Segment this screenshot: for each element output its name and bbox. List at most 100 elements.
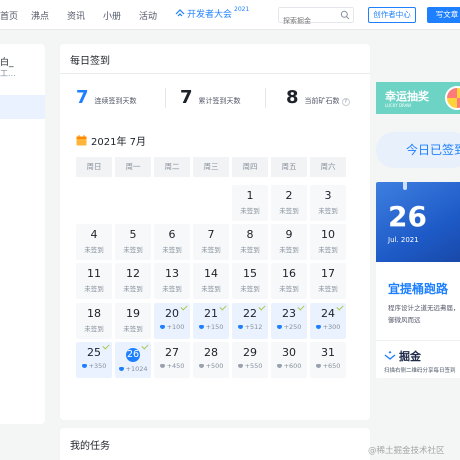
- calendar-day[interactable]: 1 未签到: [232, 185, 268, 221]
- calendar-day[interactable]: 2 未签到: [271, 185, 307, 221]
- my-tasks-title: 我的任务: [70, 441, 110, 452]
- calendar-day[interactable]: 29 +550: [232, 342, 268, 378]
- calendar-day[interactable]: 3 未签到: [310, 185, 346, 221]
- lucky-draw-subtitle: LUCKY DRAW: [385, 103, 412, 108]
- day-status: +450: [154, 362, 190, 370]
- calendar-day[interactable]: 15 未签到: [232, 263, 268, 299]
- day-number: 2: [285, 189, 293, 202]
- day-status-text: +100: [166, 323, 185, 331]
- juejin-logo-icon: [384, 351, 396, 360]
- nav-home[interactable]: 首页: [0, 9, 18, 22]
- checkin-card: 每日签到 7 连续签到天数 7 累计签到天数 8 当前矿石数 ? 2021年 7…: [60, 44, 370, 420]
- calendar-day[interactable]: 26 +1024: [115, 342, 151, 378]
- daily-fortune-text: 程序设计之道无远弗届， 御微风而远: [388, 302, 460, 326]
- creator-center-button[interactable]: 创作者中心: [368, 7, 416, 23]
- nav-events[interactable]: 活动: [139, 9, 157, 22]
- stat-consecutive-label: 连续签到天数: [94, 97, 137, 105]
- calendar-day[interactable]: 21 +150: [193, 303, 229, 339]
- calendar-day[interactable]: 14 未签到: [193, 263, 229, 299]
- day-status: +100: [154, 323, 190, 331]
- date-day-number: 26: [388, 200, 427, 233]
- calendar-day[interactable]: 16 未签到: [271, 263, 307, 299]
- calendar-day[interactable]: 11 未签到: [76, 263, 112, 299]
- calendar-day[interactable]: 19 未签到: [115, 303, 151, 339]
- calendar-day[interactable]: 13 未签到: [154, 263, 190, 299]
- stat-divider: [265, 88, 266, 108]
- nav-dev-conference[interactable]: 开发者大会 2021: [175, 6, 249, 20]
- sidebar-active-item[interactable]: [0, 95, 45, 119]
- day-status-text: +450: [166, 362, 185, 370]
- calendar-day[interactable]: 27 +450: [154, 342, 190, 378]
- daily-date-card: 26 Jul. 2021 宜提桶跑路 程序设计之道无远弗届， 御微风而远 掘金 …: [376, 182, 460, 378]
- day-status: +550: [232, 362, 268, 370]
- nav-pins[interactable]: 沸点: [31, 9, 49, 22]
- calendar-day[interactable]: 20 +100: [154, 303, 190, 339]
- day-number: 27: [165, 346, 179, 359]
- day-status-text: 未签到: [240, 246, 260, 254]
- day-status: 未签到: [115, 323, 151, 333]
- day-status: 未签到: [115, 244, 151, 254]
- day-number: 31: [321, 346, 335, 359]
- divider: [376, 340, 460, 341]
- brand-name: 掘金: [399, 350, 421, 363]
- calendar-day[interactable]: 30 +600: [271, 342, 307, 378]
- date-card-header: 26 Jul. 2021: [376, 182, 460, 262]
- day-status-text: 未签到: [84, 325, 104, 333]
- stat-total-days: 7 累计签到天数: [180, 87, 241, 108]
- daily-fortune-heading: 宜提桶跑路: [388, 282, 449, 296]
- my-tasks-card: 我的任务: [60, 428, 370, 460]
- signed-today-button[interactable]: 今日已签到: [376, 132, 460, 168]
- ore-icon: [159, 364, 165, 368]
- calendar-day[interactable]: 17 未签到: [310, 263, 346, 299]
- calendar-day[interactable]: 10 未签到: [310, 224, 346, 260]
- stat-ore-count: 8 当前矿石数 ?: [286, 87, 350, 108]
- calendar-day[interactable]: 22 +512: [232, 303, 268, 339]
- calendar-day[interactable]: 9 未签到: [271, 224, 307, 260]
- day-number: 15: [243, 267, 257, 280]
- day-status: 未签到: [232, 244, 268, 254]
- day-number: 17: [321, 267, 335, 280]
- watermark: @稀土掘金技术社区: [368, 446, 445, 456]
- day-status-text: 未签到: [123, 325, 143, 333]
- write-article-button[interactable]: 写文章: [427, 7, 460, 23]
- day-number: 8: [246, 228, 254, 241]
- calendar-day[interactable]: 24 +300: [310, 303, 346, 339]
- weekday-header: 周一: [115, 157, 151, 177]
- lucky-draw-banner[interactable]: 幸运抽奖 LUCKY DRAW: [376, 82, 460, 114]
- calendar-header: 2021年 7月: [76, 133, 146, 148]
- user-name-fragment: 白_: [0, 58, 14, 68]
- search-box: [278, 7, 354, 28]
- day-status: 未签到: [232, 283, 268, 293]
- calendar-day[interactable]: 6 未签到: [154, 224, 190, 260]
- help-icon[interactable]: ?: [341, 98, 350, 106]
- share-caption: 扫描右侧二维码分享每日签到: [384, 368, 456, 374]
- day-status: +300: [310, 323, 346, 331]
- calendar-day[interactable]: 25 +350: [76, 342, 112, 378]
- day-status: 未签到: [193, 244, 229, 254]
- day-number: 4: [90, 228, 98, 241]
- calendar-day[interactable]: 7 未签到: [193, 224, 229, 260]
- day-status-text: +512: [244, 323, 263, 331]
- stat-consecutive-value: 7: [76, 87, 89, 108]
- nav-news[interactable]: 资讯: [67, 9, 85, 22]
- calendar-day[interactable]: 31 +650: [310, 342, 346, 378]
- prize-wheel-icon: [445, 86, 460, 110]
- weekday-header: 周日: [76, 157, 112, 177]
- nav-books[interactable]: 小册: [103, 9, 121, 22]
- day-number: 7: [207, 228, 215, 241]
- calendar-day[interactable]: 23 +250: [271, 303, 307, 339]
- calendar-day[interactable]: 12 未签到: [115, 263, 151, 299]
- day-status: +512: [232, 323, 268, 331]
- calendar-day[interactable]: 18 未签到: [76, 303, 112, 339]
- day-status: 未签到: [271, 283, 307, 293]
- search-input[interactable]: [279, 14, 339, 28]
- calendar-day[interactable]: 28 +500: [193, 342, 229, 378]
- search-icon[interactable]: [340, 10, 350, 20]
- calendar-day[interactable]: 5 未签到: [115, 224, 151, 260]
- calendar-icon: [76, 135, 87, 146]
- day-status: 未签到: [154, 283, 190, 293]
- calendar-day[interactable]: 8 未签到: [232, 224, 268, 260]
- ore-icon: [118, 367, 124, 371]
- calendar-day[interactable]: 4 未签到: [76, 224, 112, 260]
- day-number: 19: [126, 307, 140, 320]
